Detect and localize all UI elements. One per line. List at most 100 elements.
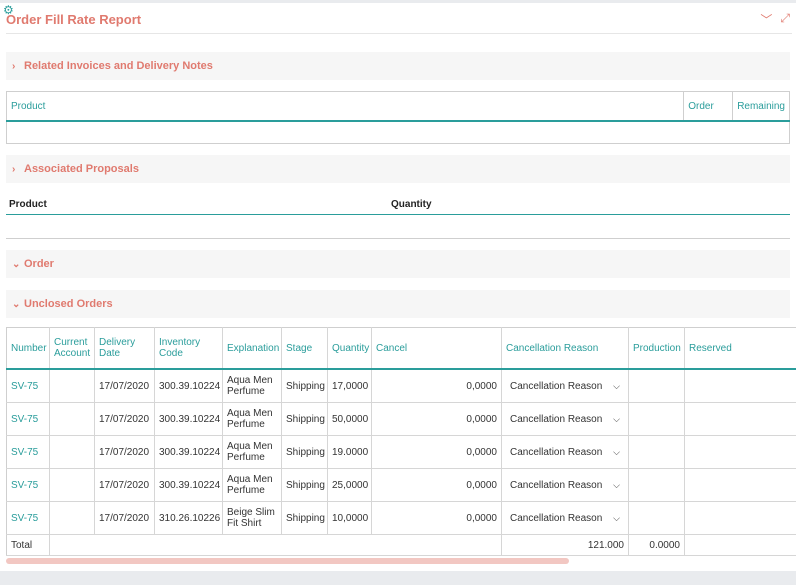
table-row[interactable]: SV-75 17/07/2020 310.26.10226 Beige Slim Fi… — [6, 501, 796, 535]
table-row[interactable]: SV-75 17/07/2020 300.39.10224 Aqua Men Perf… — [6, 402, 796, 436]
order-number[interactable]: SV-75 — [6, 435, 50, 469]
column-header-stage[interactable]: Stage — [281, 327, 328, 370]
column-header-inventory-code[interactable]: Inventory Code — [154, 327, 223, 370]
stage: Shipping — [281, 435, 328, 469]
chevron-down-icon: ⌵ — [613, 446, 620, 457]
production — [628, 402, 685, 436]
inventory-code: 310.26.10226 — [154, 501, 223, 535]
cancel-value[interactable]: 0,0000 — [371, 435, 502, 469]
cancel-value[interactable]: 0,0000 — [371, 369, 502, 403]
reserved: 25,0 — [684, 468, 796, 502]
horizontal-scrollbar[interactable] — [6, 558, 569, 564]
production — [628, 369, 685, 403]
unclosed-orders-table: Number Current Account Delivery Date Inv… — [6, 327, 796, 556]
cancellation-reason-select[interactable]: Cancellation Reason ⌵ — [501, 402, 629, 436]
delivery-date: 17/07/2020 — [94, 369, 155, 403]
total-reserved: 121 — [684, 534, 796, 556]
cancellation-reason-select[interactable]: Cancellation Reason ⌵ — [501, 468, 629, 502]
chevron-down-icon: ⌄ — [12, 298, 21, 310]
cancellation-reason-value: Cancellation Reason — [510, 512, 603, 524]
proposals-table-header: Product Quantity — [6, 196, 790, 215]
column-header-remaining[interactable]: Remaining — [732, 91, 790, 122]
chevron-down-icon[interactable]: ﹀ — [760, 11, 772, 28]
table-row[interactable]: SV-75 17/07/2020 300.39.10224 Aqua Men Perf… — [6, 468, 796, 502]
cancellation-reason-select[interactable]: Cancellation Reason ⌵ — [501, 501, 629, 535]
stage: Shipping — [281, 468, 328, 502]
inventory-code: 300.39.10224 — [154, 369, 223, 403]
order-number[interactable]: SV-75 — [6, 402, 50, 436]
total-row: Total 121.000 0.0000 121 — [6, 534, 796, 556]
expand-icon[interactable]: ⤢ — [780, 11, 790, 28]
total-cancellation-reason: 121.000 — [501, 534, 629, 556]
section-associated-proposals[interactable]: › Associated Proposals — [6, 155, 790, 183]
column-header-production[interactable]: Production — [628, 327, 685, 370]
column-header-explanation[interactable]: Explanation — [222, 327, 282, 370]
quantity: 50,0000 — [327, 402, 372, 436]
unclosed-orders-scroll[interactable]: Number Current Account Delivery Date Inv… — [6, 327, 796, 564]
explanation: Aqua Men Perfume — [222, 402, 282, 436]
column-header-current-account[interactable]: Current Account — [49, 327, 95, 370]
inventory-code: 300.39.10224 — [154, 468, 223, 502]
current-account — [49, 369, 95, 403]
column-header-delivery-date[interactable]: Delivery Date — [94, 327, 155, 370]
stage: Shipping — [281, 402, 328, 436]
report-panel: ⚙ Order Fill Rate Report ﹀ ⤢ › Related I… — [0, 3, 796, 571]
table-header-row: Product Order Remaining — [6, 91, 790, 122]
column-header-quantity[interactable]: Quantity — [327, 327, 372, 370]
cancellation-reason-value: Cancellation Reason — [510, 479, 603, 491]
section-label: Related Invoices and Delivery Notes — [24, 60, 213, 72]
column-header-cancellation-reason[interactable]: Cancellation Reason — [501, 327, 629, 370]
cancellation-reason-value: Cancellation Reason — [510, 380, 603, 392]
column-header-product[interactable]: Product — [6, 91, 684, 122]
column-header-product[interactable]: Product — [9, 199, 47, 210]
production — [628, 435, 685, 469]
cancellation-reason-select[interactable]: Cancellation Reason ⌵ — [501, 435, 629, 469]
page-title: Order Fill Rate Report — [6, 12, 142, 27]
explanation: Aqua Men Perfume — [222, 435, 282, 469]
production — [628, 468, 685, 502]
cancel-value[interactable]: 0,0000 — [371, 402, 502, 436]
current-account — [49, 468, 95, 502]
explanation: Beige Slim Fit Shirt — [222, 501, 282, 535]
section-unclosed-orders[interactable]: ⌄ Unclosed Orders — [6, 290, 790, 318]
section-related-invoices[interactable]: › Related Invoices and Delivery Notes — [6, 52, 790, 80]
title-divider — [6, 33, 792, 34]
column-header-reserved[interactable]: Reserved — [684, 327, 796, 370]
cancellation-reason-value: Cancellation Reason — [510, 413, 603, 425]
production — [628, 501, 685, 535]
quantity: 17,0000 — [327, 369, 372, 403]
order-number[interactable]: SV-75 — [6, 501, 50, 535]
quantity: 10,0000 — [327, 501, 372, 535]
header-actions: ﹀ ⤢ — [760, 11, 790, 28]
chevron-down-icon: ⌵ — [613, 479, 620, 490]
total-production: 0.0000 — [628, 534, 685, 556]
cancellation-reason-value: Cancellation Reason — [510, 446, 603, 458]
explanation: Aqua Men Perfume — [222, 468, 282, 502]
current-account — [49, 435, 95, 469]
reserved: 17,0 — [684, 369, 796, 403]
delivery-date: 17/07/2020 — [94, 501, 155, 535]
inventory-code: 300.39.10224 — [154, 402, 223, 436]
order-number[interactable]: SV-75 — [6, 468, 50, 502]
order-number[interactable]: SV-75 — [6, 369, 50, 403]
table-row[interactable]: SV-75 17/07/2020 300.39.10224 Aqua Men Perf… — [6, 369, 796, 403]
total-label: Total — [6, 534, 50, 556]
current-account — [49, 402, 95, 436]
proposals-table-bottom — [6, 238, 790, 239]
delivery-date: 17/07/2020 — [94, 402, 155, 436]
section-label: Order — [24, 258, 54, 270]
column-header-order[interactable]: Order — [683, 91, 733, 122]
cancel-value[interactable]: 0,0000 — [371, 468, 502, 502]
cancel-value[interactable]: 0,0000 — [371, 501, 502, 535]
column-header-quantity[interactable]: Quantity — [391, 199, 432, 210]
section-label: Unclosed Orders — [24, 298, 113, 310]
column-header-cancel[interactable]: Cancel — [371, 327, 502, 370]
table-row[interactable]: SV-75 17/07/2020 300.39.10224 Aqua Men Perf… — [6, 435, 796, 469]
cancellation-reason-select[interactable]: Cancellation Reason ⌵ — [501, 369, 629, 403]
inventory-code: 300.39.10224 — [154, 435, 223, 469]
stage: Shipping — [281, 501, 328, 535]
chevron-down-icon: ⌵ — [613, 413, 620, 424]
section-order[interactable]: ⌄ Order — [6, 250, 790, 278]
column-header-number[interactable]: Number — [6, 327, 50, 370]
current-account — [49, 501, 95, 535]
